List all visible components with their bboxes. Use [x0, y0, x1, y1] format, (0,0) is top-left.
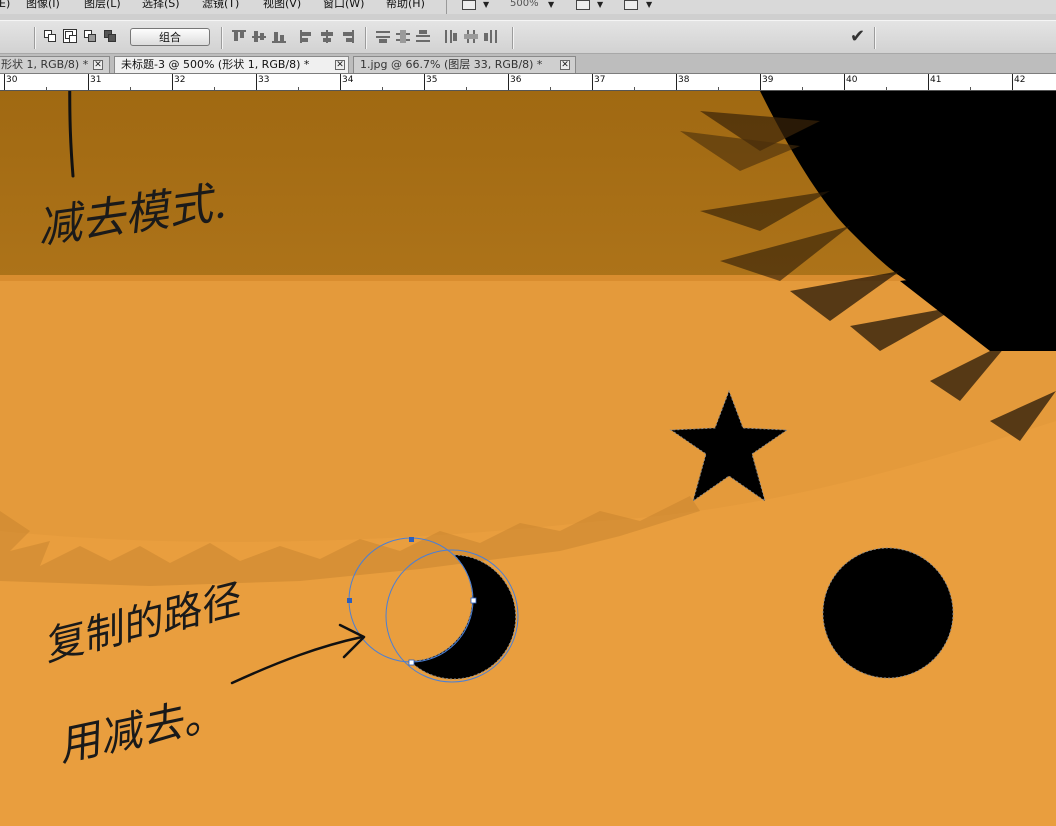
tab-1-jpg[interactable]: 1.jpg @ 66.7% (图层 33, RGB/8) * ✕ — [353, 56, 576, 73]
anchor-point[interactable] — [408, 659, 415, 666]
dropdown-arrow-icon[interactable]: ▼ — [483, 0, 489, 10]
menu-layer[interactable]: 图层(L) — [84, 0, 121, 9]
align-hcenter-icon[interactable] — [320, 30, 334, 43]
menu-view[interactable]: 视图(V) — [263, 0, 301, 9]
zoom-dropdown-icon[interactable]: ▼ — [548, 0, 554, 10]
distribute-top-icon[interactable] — [376, 30, 390, 43]
band-edge — [0, 275, 1056, 281]
tab-label: 未标题-3 @ 500% (形状 1, RGB/8) * — [121, 58, 310, 71]
ruler-label: 37 — [594, 75, 606, 85]
screen-mode-icon[interactable] — [462, 0, 476, 10]
distribute-hcenter-icon[interactable] — [464, 30, 478, 43]
options-divider — [34, 27, 36, 49]
close-icon[interactable]: ✕ — [93, 60, 103, 70]
ruler-label: 38 — [678, 75, 690, 85]
zoom-level[interactable]: 500% — [510, 0, 539, 9]
ruler-label: 34 — [342, 75, 354, 85]
distribute-right-icon[interactable] — [484, 30, 498, 43]
align-right-icon[interactable] — [340, 30, 354, 43]
options-divider — [512, 27, 514, 49]
options-divider — [365, 27, 367, 49]
menu-divider — [446, 0, 447, 14]
new-layer-icon[interactable] — [43, 29, 57, 43]
exclude-icon[interactable] — [103, 29, 117, 43]
ruler-label: 42 — [1014, 75, 1026, 85]
menu-filter[interactable]: 滤镜(T) — [202, 0, 239, 9]
ruler-label: 39 — [762, 75, 774, 85]
ruler-label: 30 — [6, 75, 18, 85]
distribute-left-icon[interactable] — [444, 30, 458, 43]
document-tab-bar: 形状 1, RGB/8) * ✕ 未标题-3 @ 500% (形状 1, RGB… — [0, 54, 1056, 74]
menu-edit[interactable]: E) — [0, 0, 10, 9]
tab-label: 1.jpg @ 66.7% (图层 33, RGB/8) * — [360, 58, 543, 71]
ruler-label: 31 — [90, 75, 102, 85]
ruler-label: 40 — [846, 75, 858, 85]
align-left-icon[interactable] — [300, 30, 314, 43]
anchor-point[interactable] — [409, 537, 414, 542]
commit-checkmark-icon[interactable]: ✔ — [850, 26, 865, 47]
options-divider — [221, 27, 223, 49]
close-icon[interactable]: ✕ — [560, 60, 570, 70]
align-vcenter-icon[interactable] — [252, 30, 266, 43]
ruler-label: 41 — [930, 75, 942, 85]
intersect-icon[interactable] — [83, 29, 97, 43]
combine-button[interactable]: 组合 — [130, 28, 210, 46]
tab-untitled-3[interactable]: 未标题-3 @ 500% (形状 1, RGB/8) * ✕ — [114, 56, 349, 73]
horizontal-ruler: 30 31 32 33 34 35 36 37 38 39 40 41 42 — [0, 74, 1056, 91]
options-bar: 组合 ✔ — [0, 20, 1056, 54]
ruler-label: 36 — [510, 75, 522, 85]
workspace-icon[interactable] — [624, 0, 638, 10]
menu-window[interactable]: 窗口(W) — [323, 0, 364, 9]
ruler-label: 35 — [426, 75, 438, 85]
subtract-icon[interactable] — [63, 29, 77, 43]
distribute-vcenter-icon[interactable] — [396, 30, 410, 43]
distribute-bottom-icon[interactable] — [416, 30, 430, 43]
ruler-label: 32 — [174, 75, 186, 85]
anchor-point[interactable] — [470, 597, 477, 604]
menu-select[interactable]: 选择(S) — [142, 0, 180, 9]
tab-label: 形状 1, RGB/8) * — [1, 58, 89, 71]
align-top-icon[interactable] — [232, 30, 246, 43]
close-icon[interactable]: ✕ — [335, 60, 345, 70]
align-bottom-icon[interactable] — [272, 30, 286, 43]
tab-shape-document[interactable]: 形状 1, RGB/8) * ✕ — [0, 56, 110, 73]
workspace-dropdown-icon[interactable]: ▼ — [646, 0, 652, 10]
arrange-icon[interactable] — [576, 0, 590, 10]
menu-help[interactable]: 帮助(H) — [386, 0, 425, 9]
menu-bar: E) 图像(I) 图层(L) 选择(S) 滤镜(T) 视图(V) 窗口(W) 帮… — [0, 0, 1056, 14]
ruler-label: 33 — [258, 75, 270, 85]
menu-image[interactable]: 图像(I) — [26, 0, 60, 9]
options-divider — [874, 27, 876, 49]
document-canvas[interactable]: 减去模式. 复制的路径 用减去。 — [0, 91, 1056, 826]
circle-shape[interactable] — [822, 547, 954, 679]
arrange-dropdown-icon[interactable]: ▼ — [597, 0, 603, 10]
anchor-point[interactable] — [347, 598, 352, 603]
